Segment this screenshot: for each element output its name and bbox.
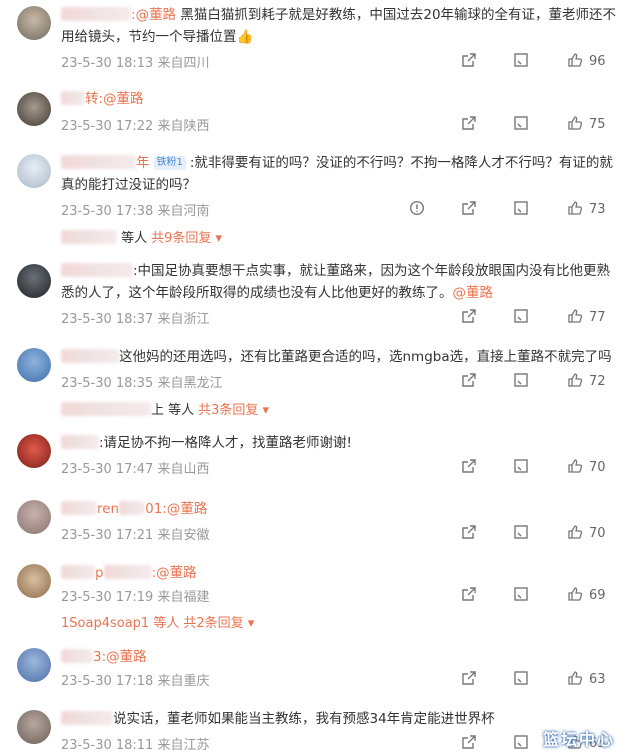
- more-replies-link[interactable]: 共2条回复 ▾: [183, 616, 254, 631]
- comment-icon[interactable]: [513, 670, 529, 687]
- watermark-logo: 篮坛中心: [542, 730, 615, 749]
- reply-summary[interactable]: 1Soap4soap1 等人 共2条回复 ▾: [61, 612, 254, 631]
- comment-icon[interactable]: [513, 734, 529, 751]
- comment-text: :请足协不拘一格降人才，找董路老师谢谢!: [61, 432, 621, 454]
- comment-text: 年铁粉1:就非得要有证的吗？没证的不行吗？不拘一格降人才不行吗？有证的就真的能打…: [61, 155, 613, 193]
- reply-summary[interactable]: 等人 共9条回复 ▾: [61, 227, 222, 246]
- comment-meta: 23-5-30 18:13 来自四川: [61, 56, 210, 71]
- avatar[interactable]: [17, 264, 51, 298]
- comment-meta: 23-5-30 18:11 来自江苏: [61, 738, 210, 753]
- thumb-up-icon[interactable]: 69: [567, 586, 606, 603]
- share-icon[interactable]: [461, 524, 477, 541]
- mention-link[interactable]: 01:@董路: [145, 501, 207, 517]
- comment-text: 转:@董路: [61, 88, 621, 110]
- comment-meta: 23-5-30 18:35 来自黑龙江: [61, 376, 223, 391]
- avatar[interactable]: [17, 348, 51, 382]
- comment-icon[interactable]: [513, 524, 529, 541]
- comment-text: 这他妈的还用选吗，还有比董路更合适的吗，选nmgba选，直接上董路不就完了吗: [61, 346, 621, 368]
- avatar[interactable]: [17, 500, 51, 534]
- comment-meta: 23-5-30 17:18 来自重庆: [61, 674, 210, 689]
- mention-link[interactable]: @董路: [136, 7, 177, 23]
- report-icon[interactable]: [409, 200, 425, 217]
- avatar[interactable]: [17, 154, 51, 188]
- thumb-up-icon[interactable]: 77: [567, 308, 606, 325]
- mention-link[interactable]: @董路: [453, 285, 494, 301]
- comment-text: 说实话，董老师如果能当主教练，我有预感34年肯定能进世界杯: [61, 708, 621, 730]
- avatar[interactable]: [17, 6, 51, 40]
- avatar[interactable]: [17, 434, 51, 468]
- share-icon[interactable]: [461, 308, 477, 325]
- comment-meta: 23-5-30 18:37 来自浙江: [61, 312, 210, 327]
- comment-meta: 23-5-30 17:19 来自福建: [61, 590, 210, 605]
- more-replies-link[interactable]: 共9条回复 ▾: [151, 231, 222, 246]
- comment-meta: 23-5-30 17:22 来自陕西: [61, 119, 210, 134]
- avatar[interactable]: [17, 648, 51, 682]
- comment-icon[interactable]: [513, 586, 529, 603]
- share-icon[interactable]: [461, 372, 477, 389]
- comment-icon[interactable]: [513, 200, 529, 217]
- share-icon[interactable]: [461, 670, 477, 687]
- mention-link[interactable]: :@董路: [99, 91, 144, 107]
- avatar[interactable]: [17, 92, 51, 126]
- share-icon[interactable]: [461, 458, 477, 475]
- share-icon[interactable]: [461, 200, 477, 217]
- mention-link[interactable]: :@董路: [102, 649, 147, 665]
- avatar[interactable]: [17, 710, 51, 744]
- comment-icon[interactable]: [513, 52, 529, 69]
- comment-text: ren 01:@董路: [61, 498, 621, 520]
- more-replies-link[interactable]: 共3条回复 ▾: [198, 403, 269, 418]
- thumb-up-icon[interactable]: 72: [567, 372, 606, 389]
- avatar[interactable]: [17, 564, 51, 598]
- thumb-up-icon[interactable]: 70: [567, 458, 606, 475]
- thumb-up-icon[interactable]: 70: [567, 524, 606, 541]
- fan-badge: 铁粉1: [153, 156, 186, 170]
- reply-summary[interactable]: 上 等人 共3条回复 ▾: [61, 399, 269, 418]
- thumb-up-icon[interactable]: 63: [567, 670, 606, 687]
- comment-text: :@董路 黑猫白猫抓到耗子就是好教练，中国过去20年输球的全有证，董老师还不用给…: [61, 7, 617, 45]
- thumb-up-icon[interactable]: 75: [567, 115, 606, 132]
- comment-meta: 23-5-30 17:38 来自河南: [61, 204, 210, 219]
- mention-link[interactable]: :@董路: [152, 565, 197, 581]
- comment-meta: 23-5-30 17:47 来自山西: [61, 462, 210, 477]
- comment-meta: 23-5-30 17:21 来自安徽: [61, 528, 210, 543]
- comment-icon[interactable]: [513, 372, 529, 389]
- comment-text: 3:@董路: [61, 646, 621, 668]
- share-icon[interactable]: [461, 586, 477, 603]
- comment-icon[interactable]: [513, 115, 529, 132]
- thumb-up-icon[interactable]: 96: [567, 52, 606, 69]
- comment-text: p:@董路: [61, 562, 621, 584]
- thumb-up-icon[interactable]: 73: [567, 200, 606, 217]
- comment-text: :中国足协真要想干点实事，就让董路来，因为这个年龄段放眼国内没有比他更熟悉的人了…: [61, 263, 611, 301]
- comment-icon[interactable]: [513, 458, 529, 475]
- share-icon[interactable]: [461, 115, 477, 132]
- share-icon[interactable]: [461, 734, 477, 751]
- comment-icon[interactable]: [513, 308, 529, 325]
- share-icon[interactable]: [461, 52, 477, 69]
